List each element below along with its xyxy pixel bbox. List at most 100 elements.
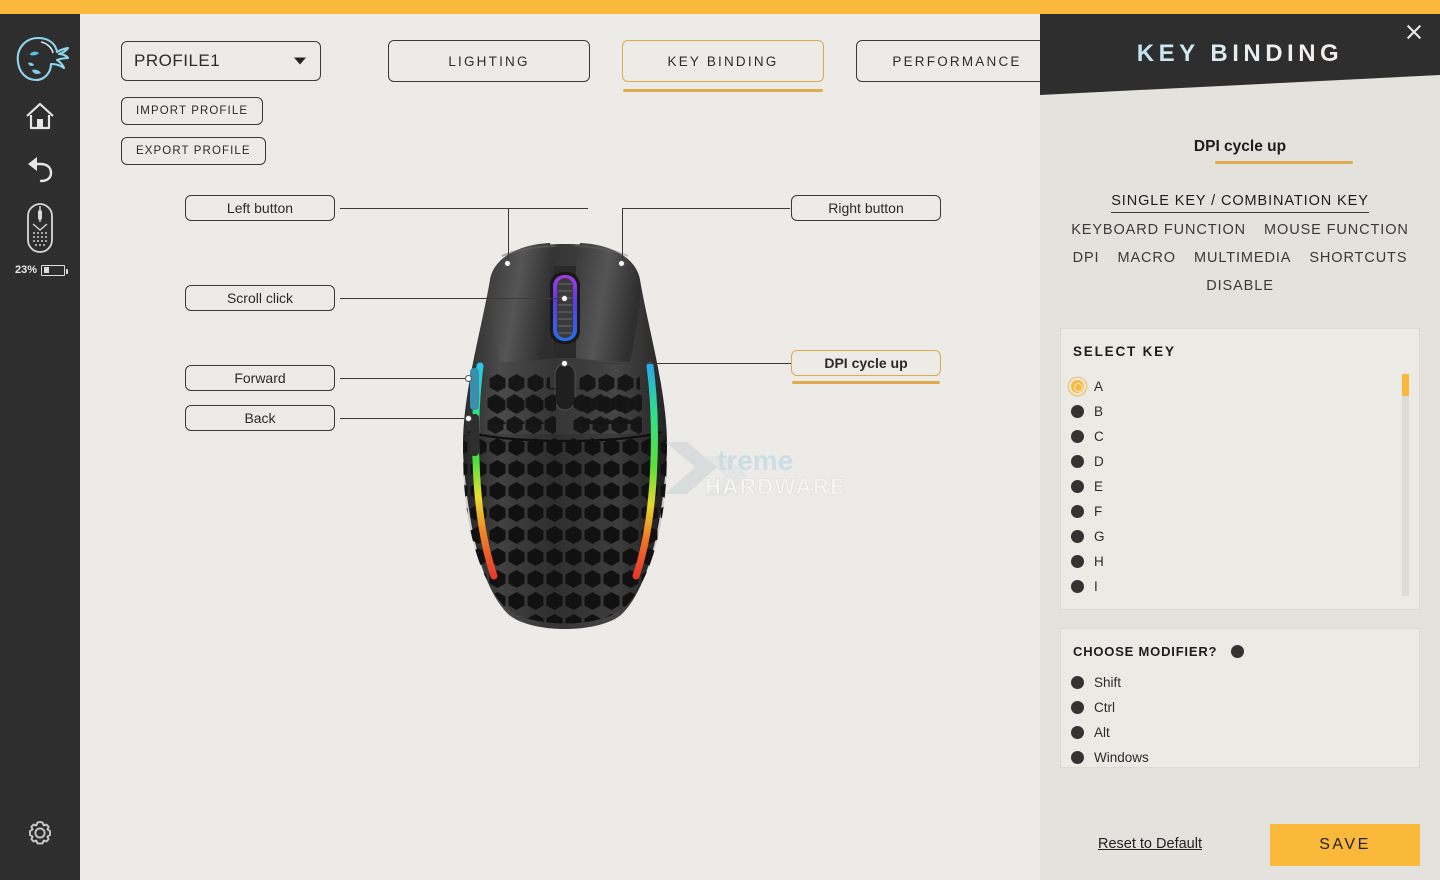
chevron-down-icon <box>294 57 306 65</box>
radio-icon[interactable] <box>1071 555 1084 568</box>
category-disable[interactable]: DISABLE <box>1206 276 1274 297</box>
hotspot-right <box>618 260 625 267</box>
radio-icon[interactable] <box>1231 645 1245 658</box>
callout-dpi-cycle-up[interactable]: DPI cycle up <box>791 350 941 384</box>
profile-select-value: PROFILE1 <box>134 51 221 70</box>
category-shortcuts[interactable]: SHORTCUTS <box>1309 248 1407 269</box>
radio-icon[interactable] <box>1071 751 1084 764</box>
category-keyboard-function[interactable]: KEYBOARD FUNCTION <box>1071 220 1246 241</box>
import-profile-button[interactable]: IMPORT PROFILE <box>121 97 264 125</box>
svg-text:treme: treme <box>717 445 793 476</box>
svg-text:HARDWARE: HARDWARE <box>705 474 847 499</box>
tab-lighting[interactable]: LIGHTING <box>388 40 590 82</box>
panel-title: KEY BINDING <box>1040 40 1440 68</box>
category-macro[interactable]: MACRO <box>1117 248 1175 269</box>
choose-modifier-card: CHOOSE MODIFIER? Shift Ctrl Alt Windows <box>1060 628 1420 768</box>
hotspot-forward <box>465 375 472 382</box>
left-sidebar: 23% <box>0 14 80 880</box>
key-option-i[interactable]: I <box>1071 574 1391 599</box>
callout-right-button[interactable]: Right button <box>791 195 941 221</box>
radio-icon[interactable] <box>1071 380 1084 393</box>
sidebar-item-home[interactable] <box>14 94 66 138</box>
radio-icon[interactable] <box>1071 430 1084 443</box>
select-key-title: SELECT KEY <box>1073 344 1176 359</box>
scrollbar-thumb[interactable] <box>1402 374 1409 396</box>
key-option-d[interactable]: D <box>1071 449 1391 474</box>
battery-status: 23% <box>0 264 80 276</box>
export-profile-button[interactable]: EXPORT PROFILE <box>121 137 266 165</box>
callout-scroll-click[interactable]: Scroll click <box>185 285 335 311</box>
home-icon <box>26 102 54 130</box>
category-multimedia[interactable]: MULTIMEDIA <box>1194 248 1291 269</box>
hotspot-back <box>465 415 472 422</box>
category-mouse-function[interactable]: MOUSE FUNCTION <box>1264 220 1409 241</box>
modifier-option-alt[interactable]: Alt <box>1071 720 1149 745</box>
profile-select[interactable]: PROFILE1 <box>121 41 321 81</box>
modifier-list: Shift Ctrl Alt Windows <box>1071 670 1149 770</box>
save-button[interactable]: SAVE <box>1270 824 1420 866</box>
sidebar-item-undo[interactable] <box>14 146 66 190</box>
key-option-label: B <box>1094 404 1104 419</box>
key-option-g[interactable]: G <box>1071 524 1391 549</box>
key-option-label: A <box>1094 379 1104 394</box>
choose-modifier-title: CHOOSE MODIFIER? <box>1073 644 1218 659</box>
radio-icon[interactable] <box>1071 405 1084 418</box>
key-option-h[interactable]: H <box>1071 549 1391 574</box>
key-option-label: C <box>1094 429 1104 444</box>
callout-back[interactable]: Back <box>185 405 335 431</box>
radio-icon[interactable] <box>1071 480 1084 493</box>
callout-left-button[interactable]: Left button <box>185 195 335 221</box>
select-key-scrollbar[interactable] <box>1402 374 1409 596</box>
radio-icon[interactable] <box>1071 676 1084 689</box>
radio-icon[interactable] <box>1071 455 1084 468</box>
top-accent-bar <box>0 0 1440 14</box>
modifier-option-shift[interactable]: Shift <box>1071 670 1149 695</box>
radio-icon[interactable] <box>1071 726 1084 739</box>
radio-icon[interactable] <box>1071 505 1084 518</box>
key-option-label: H <box>1094 554 1104 569</box>
key-option-b[interactable]: B <box>1071 399 1391 424</box>
gear-icon <box>29 821 51 845</box>
hotspot-scroll <box>561 295 568 302</box>
close-icon[interactable] <box>1400 18 1428 46</box>
callout-forward[interactable]: Forward <box>185 365 335 391</box>
radio-icon[interactable] <box>1071 580 1084 593</box>
mouse-device-icon <box>27 203 53 253</box>
choose-modifier-header: CHOOSE MODIFIER? <box>1073 644 1245 659</box>
sidebar-item-device[interactable] <box>14 200 66 256</box>
hotspot-left <box>504 260 511 267</box>
category-dpi[interactable]: DPI <box>1073 248 1100 269</box>
modifier-option-windows[interactable]: Windows <box>1071 745 1149 770</box>
key-option-e[interactable]: E <box>1071 474 1391 499</box>
select-key-list: A B C D E F G H I <box>1071 374 1391 599</box>
modifier-option-ctrl[interactable]: Ctrl <box>1071 695 1149 720</box>
modifier-option-label: Alt <box>1094 725 1110 740</box>
battery-icon <box>41 264 69 276</box>
radio-icon[interactable] <box>1071 701 1084 714</box>
key-binding-panel: KEY BINDING DPI cycle up SINGLE KEY / CO… <box>1040 0 1440 880</box>
key-option-label: G <box>1094 529 1105 544</box>
key-option-label: I <box>1094 579 1098 594</box>
undo-icon <box>28 157 53 183</box>
sidebar-item-settings[interactable] <box>20 814 60 854</box>
key-option-label: E <box>1094 479 1104 494</box>
key-option-f[interactable]: F <box>1071 499 1391 524</box>
app-root: 23% PROFILE1 IMPORT PROFILE EXPORT PROFI… <box>0 0 1440 880</box>
modifier-option-label: Windows <box>1094 750 1149 765</box>
key-option-c[interactable]: C <box>1071 424 1391 449</box>
radio-icon[interactable] <box>1071 530 1084 543</box>
modifier-option-label: Ctrl <box>1094 700 1115 715</box>
key-option-label: D <box>1094 454 1104 469</box>
category-single-key[interactable]: SINGLE KEY / COMBINATION KEY <box>1111 191 1369 213</box>
hotspot-dpi <box>561 360 568 367</box>
watermark: treme HARDWARE <box>665 434 895 504</box>
reset-to-default-link[interactable]: Reset to Default <box>1098 836 1202 852</box>
panel-subtitle: DPI cycle up <box>1193 138 1287 155</box>
key-option-a[interactable]: A <box>1071 374 1391 399</box>
tab-performance[interactable]: PERFORMANCE <box>856 40 1040 82</box>
tab-bar: LIGHTING KEY BINDING PERFORMANCE <box>388 40 1040 92</box>
tab-key-binding[interactable]: KEY BINDING <box>622 40 824 92</box>
select-key-card: SELECT KEY A B C D E F G H I <box>1060 328 1420 610</box>
panel-subtitle-underline <box>1215 161 1353 164</box>
key-option-label: F <box>1094 504 1103 519</box>
